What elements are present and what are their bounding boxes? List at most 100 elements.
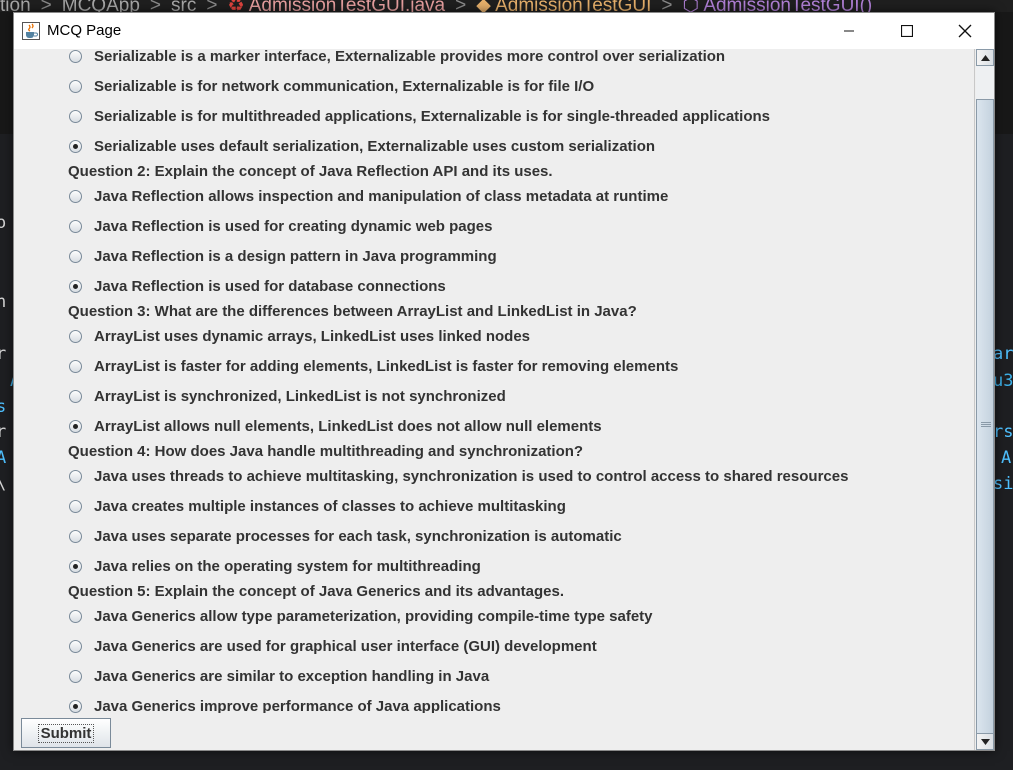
- option-label: Java Generics are used for graphical use…: [94, 637, 597, 655]
- chevron-right-icon: >: [661, 0, 673, 12]
- option-q3-1[interactable]: ArrayList uses dynamic arrays, LinkedLis…: [69, 321, 530, 351]
- vertical-scrollbar[interactable]: [974, 49, 994, 750]
- option-label: Java Reflection is used for database con…: [94, 277, 446, 295]
- option-q1-4[interactable]: Serializable uses default serialization,…: [69, 131, 655, 161]
- submit-bar: Submit: [14, 713, 974, 750]
- option-q5-1[interactable]: Java Generics allow type parameterizatio…: [69, 601, 653, 631]
- option-q2-3[interactable]: Java Reflection is a design pattern in J…: [69, 241, 497, 271]
- radio-button[interactable]: [69, 609, 82, 623]
- question-panel[interactable]: Serializable is a marker interface, Exte…: [14, 49, 974, 750]
- option-q4-1[interactable]: Java uses threads to achieve multitaskin…: [69, 461, 848, 491]
- minimize-icon: [844, 30, 854, 32]
- code-fragment: s: [0, 397, 7, 417]
- radio-button[interactable]: [69, 249, 82, 263]
- window-title: MCQ Page: [47, 22, 122, 39]
- radio-button[interactable]: [69, 189, 82, 203]
- option-q2-2[interactable]: Java Reflection is used for creating dyn…: [69, 211, 492, 241]
- option-label: Java creates multiple instances of class…: [94, 497, 566, 515]
- option-label: ArrayList is synchronized, LinkedList is…: [94, 387, 506, 405]
- option-label: Java Generics improve performance of Jav…: [94, 697, 501, 715]
- chevron-right-icon: >: [455, 0, 467, 12]
- option-q3-3[interactable]: ArrayList is synchronized, LinkedList is…: [69, 381, 506, 411]
- chevron-right-icon: >: [206, 0, 218, 12]
- option-label: Java uses threads to achieve multitaskin…: [94, 467, 849, 485]
- option-q1-1[interactable]: Serializable is a marker interface, Exte…: [69, 49, 725, 71]
- radio-button[interactable]: [69, 49, 82, 63]
- radio-button[interactable]: [69, 329, 82, 343]
- option-label: ArrayList uses dynamic arrays, LinkedLis…: [94, 327, 531, 345]
- option-label: Java Generics allow type parameterizatio…: [94, 607, 653, 625]
- radio-button[interactable]: [69, 469, 82, 483]
- code-fragment: o: [0, 213, 7, 233]
- radio-button[interactable]: [69, 219, 82, 233]
- option-q4-3[interactable]: Java uses separate processes for each ta…: [69, 521, 622, 551]
- option-q5-3[interactable]: Java Generics are similar to exception h…: [69, 661, 489, 691]
- option-label: ArrayList allows null elements, LinkedLi…: [94, 417, 602, 435]
- chevron-right-icon: >: [40, 0, 52, 12]
- option-label: Serializable is for network communicatio…: [94, 77, 595, 95]
- close-button[interactable]: [936, 13, 994, 49]
- breadcrumb-item[interactable]: src: [171, 0, 196, 12]
- option-label: Java Reflection is used for creating dyn…: [94, 217, 493, 235]
- scroll-thumb[interactable]: [976, 99, 994, 749]
- breadcrumb-item[interactable]: AdmissionTestGUI(): [703, 0, 872, 12]
- radio-button[interactable]: [69, 669, 82, 683]
- radio-button-selected[interactable]: [69, 559, 82, 573]
- radio-button-selected[interactable]: [69, 279, 82, 293]
- code-fragment: r: [0, 344, 7, 364]
- code-fragment: si: [993, 474, 1013, 494]
- radio-button[interactable]: [69, 109, 82, 123]
- ide-breadcrumb: tion > MCQApp > src > ♻ AdmissionTestGUI.java >…: [0, 0, 1013, 12]
- option-label: Serializable is for multithreaded applic…: [94, 107, 771, 125]
- breadcrumb-item[interactable]: MCQApp: [62, 0, 140, 12]
- class-icon: ◆: [476, 0, 491, 12]
- option-label: Serializable uses default serialization,…: [94, 137, 656, 155]
- maximize-icon: [901, 25, 913, 37]
- radio-button[interactable]: [69, 499, 82, 513]
- code-fragment: A: [0, 448, 7, 468]
- radio-button[interactable]: [69, 359, 82, 373]
- option-label: Serializable is a marker interface, Exte…: [94, 49, 726, 65]
- arrow-down-icon: [980, 738, 990, 745]
- question-3-text: Question 3: What are the differences bet…: [68, 302, 637, 320]
- chevron-right-icon: >: [149, 0, 161, 12]
- radio-button[interactable]: [69, 79, 82, 93]
- submit-label: Submit: [37, 723, 95, 743]
- submit-button[interactable]: Submit: [21, 718, 111, 748]
- option-q5-2[interactable]: Java Generics are used for graphical use…: [69, 631, 597, 661]
- option-q3-2[interactable]: ArrayList is faster for adding elements,…: [69, 351, 678, 381]
- code-fragment: rs: [993, 422, 1013, 442]
- question-2-text: Question 2: Explain the concept of Java …: [68, 162, 553, 180]
- scroll-up-button[interactable]: [976, 49, 994, 66]
- option-q4-2[interactable]: Java creates multiple instances of class…: [69, 491, 566, 521]
- breadcrumb-item[interactable]: AdmissionTestGUI.java: [249, 0, 445, 12]
- java-file-icon: ♻: [227, 0, 245, 12]
- code-fragment: \: [0, 473, 6, 495]
- breadcrumb-item[interactable]: tion: [0, 0, 31, 12]
- maximize-button[interactable]: [878, 13, 936, 49]
- arrow-up-icon: [980, 54, 990, 61]
- radio-button-selected[interactable]: [69, 139, 82, 153]
- scroll-down-button[interactable]: [976, 733, 994, 750]
- option-label: Java Reflection is a design pattern in J…: [94, 247, 497, 265]
- radio-button[interactable]: [69, 389, 82, 403]
- option-q2-4[interactable]: Java Reflection is used for database con…: [69, 271, 446, 301]
- breadcrumb-item[interactable]: AdmissionTestGUI: [495, 0, 651, 12]
- option-q1-3[interactable]: Serializable is for multithreaded applic…: [69, 101, 770, 131]
- radio-button[interactable]: [69, 639, 82, 653]
- close-icon: [958, 24, 972, 38]
- minimize-button[interactable]: [820, 13, 878, 49]
- title-bar[interactable]: MCQ Page: [14, 13, 994, 49]
- option-label: Java Generics are similar to exception h…: [94, 667, 490, 685]
- option-label: Java uses separate processes for each ta…: [94, 527, 622, 545]
- radio-button[interactable]: [69, 529, 82, 543]
- code-fragment: A: [1001, 448, 1012, 468]
- radio-button-selected[interactable]: [69, 419, 82, 433]
- code-fragment: r: [0, 422, 7, 442]
- radio-button-selected[interactable]: [69, 699, 82, 713]
- option-q4-4[interactable]: Java relies on the operating system for …: [69, 551, 481, 581]
- question-5-text: Question 5: Explain the concept of Java …: [68, 582, 564, 600]
- option-q2-1[interactable]: Java Reflection allows inspection and ma…: [69, 181, 668, 211]
- option-q1-2[interactable]: Serializable is for network communicatio…: [69, 71, 594, 101]
- option-q3-4[interactable]: ArrayList allows null elements, LinkedLi…: [69, 411, 602, 441]
